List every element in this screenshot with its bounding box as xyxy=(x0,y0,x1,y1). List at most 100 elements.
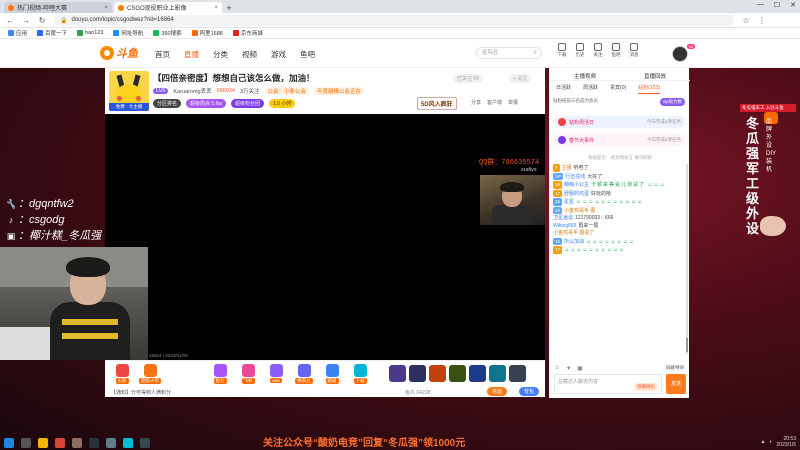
search-taskbar-icon[interactable] xyxy=(21,437,31,448)
bookmark-hao123[interactable]: hao123 xyxy=(77,30,103,36)
gift-item[interactable]: 火箭 xyxy=(111,364,133,384)
app-icon[interactable] xyxy=(72,437,82,448)
search-icon[interactable]: ⌕ xyxy=(534,48,537,58)
fans-pill[interactable]: 超级粉丝团 xyxy=(230,99,264,108)
tab-diamond[interactable]: 钻粉(103) xyxy=(638,84,660,94)
browser-tab[interactable]: 热门视频-哔哩大赛 × xyxy=(4,2,112,13)
back-icon[interactable]: ← xyxy=(6,16,14,25)
clock[interactable]: 20:53 2023/1/5 xyxy=(777,436,796,448)
yuba-button[interactable]: 鱼吧 xyxy=(610,43,622,58)
gift-square[interactable] xyxy=(449,365,466,382)
send-button[interactable]: 发送 xyxy=(666,374,686,394)
fan-badge-button[interactable]: vip助力数 xyxy=(659,98,685,106)
bookmark-1688[interactable]: 阿里1688 xyxy=(191,29,223,37)
gift-icon[interactable]: ✦ xyxy=(566,365,571,372)
image-icon[interactable]: ▣ xyxy=(577,365,583,372)
report-button[interactable]: 举报 xyxy=(508,99,518,106)
nav-category[interactable]: 分类 xyxy=(213,49,228,60)
app-icon[interactable] xyxy=(123,437,133,448)
nav-game[interactable]: 游戏 xyxy=(271,49,286,60)
bookmark-jd[interactable]: 京东商城 xyxy=(232,29,263,37)
gift-square[interactable] xyxy=(509,365,526,382)
bookmark-360[interactable]: 360搜索 xyxy=(153,29,182,37)
steam-icon[interactable] xyxy=(140,437,150,448)
browser-tab-active[interactable]: CSGO现役职业上影像 × xyxy=(114,2,222,13)
url-field[interactable]: 🔒 douyu.com/topic/csgodwez?rid=16864 xyxy=(54,14,734,26)
chat-input[interactable]: 总藏达人聊天内容 弹幕随机 xyxy=(554,374,662,394)
chat-scrollbar-thumb[interactable] xyxy=(686,338,688,352)
event-banner-1[interactable]: 钻粉周活日 今日完成4项任务 xyxy=(555,116,685,128)
emoji-icon[interactable]: ☺ xyxy=(554,365,560,372)
client-button[interactable]: 客户端 xyxy=(487,99,502,106)
douyu-logo[interactable]: 斗鱼 xyxy=(100,45,138,61)
sponsor-logo[interactable]: 5D风入疯狂 xyxy=(417,97,457,110)
gift-square[interactable] xyxy=(469,365,486,382)
recharge-button[interactable]: 充值 xyxy=(487,387,508,396)
search-input[interactable]: 星际狂 ⌕ xyxy=(476,47,542,59)
close-icon[interactable]: × xyxy=(104,5,108,11)
guild-notice-2[interactable]: 年度巅峰公会正在 xyxy=(314,87,365,95)
download-button[interactable]: 下载 xyxy=(556,43,568,58)
guild-notice[interactable]: 公会：小象公会 xyxy=(264,87,310,95)
random-danmaku-button[interactable]: 弹幕随机 xyxy=(634,383,658,391)
gift-item[interactable]: 飞机 xyxy=(237,364,259,384)
close-icon[interactable]: × xyxy=(214,5,218,11)
windows-start-icon[interactable] xyxy=(4,437,14,448)
rank-pill[interactable]: 分区排名 xyxy=(153,99,182,108)
tab-streamer-video[interactable]: 主播视频 xyxy=(574,70,596,80)
volume-icon[interactable]: ◐ xyxy=(770,439,773,445)
share-button[interactable]: 分享 xyxy=(471,99,481,106)
menu-icon[interactable]: ⋮ xyxy=(758,16,766,25)
gift-item[interactable]: 鱼丸 xyxy=(209,364,231,384)
week-pill[interactable]: 超级周点 5.6w xyxy=(186,99,226,108)
tab-weekly[interactable]: 周活跃 xyxy=(583,84,598,94)
obs-icon[interactable] xyxy=(89,437,99,448)
follow-list-button[interactable]: 关注 xyxy=(592,43,604,58)
close-window-icon[interactable]: ✕ xyxy=(790,1,796,9)
app-icon[interactable] xyxy=(106,437,116,448)
new-tab-icon[interactable]: + xyxy=(224,3,234,13)
bookmark-nav[interactable]: 网址导航 xyxy=(113,29,143,37)
room-pills: 分区排名 超级周点 5.6w 超级粉丝团 1.0 小时 xyxy=(153,99,296,108)
gift-item[interactable]: 超级火箭 xyxy=(139,364,161,384)
gift-square[interactable] xyxy=(429,365,446,382)
maximize-icon[interactable]: ☐ xyxy=(774,1,780,9)
backpack-button[interactable]: 背包 xyxy=(519,387,540,396)
follow-button[interactable]: + 关注 xyxy=(509,74,532,83)
gift-square[interactable] xyxy=(409,365,426,382)
event-banner-2[interactable]: 春节大事件 今日完成5项任务 xyxy=(555,134,685,146)
nav-live[interactable]: 直播 xyxy=(184,49,199,60)
gift-item[interactable]: 超级 xyxy=(321,364,343,384)
reload-icon[interactable]: ↻ xyxy=(38,16,46,25)
gift-item[interactable]: 666 xyxy=(265,364,287,383)
bookmark-baidu[interactable]: 百度一下 xyxy=(37,29,67,37)
user-avatar[interactable]: 99 xyxy=(672,44,695,62)
chrome-icon[interactable] xyxy=(55,437,65,448)
video-player[interactable]: QQ群：786635574 sudiys 16864 | 2023/01/05 xyxy=(105,114,545,360)
room-avatar[interactable]: 免费 · 大主播 xyxy=(109,71,149,111)
tab-daily[interactable]: 日活跃 xyxy=(556,84,571,94)
gift-item[interactable]: 下载 xyxy=(349,364,371,384)
star-icon[interactable]: ☆ xyxy=(742,16,750,25)
time-pill[interactable]: 1.0 小时 xyxy=(268,99,296,108)
bookmark-apps[interactable]: 应用 xyxy=(8,29,27,37)
gift-square[interactable] xyxy=(389,365,406,382)
site-nav: 首页 直播 分类 视频 游戏 鱼吧 xyxy=(155,49,315,60)
nav-home[interactable]: 首页 xyxy=(155,49,170,60)
tab-replay[interactable]: 直播回放 xyxy=(644,70,666,80)
gift-item[interactable]: 佛系豆 xyxy=(293,364,315,384)
nav-video[interactable]: 视频 xyxy=(242,49,257,60)
messages-button[interactable]: 消息 xyxy=(628,43,640,58)
chat-scrollbar[interactable] xyxy=(686,164,688,354)
top-corner-button[interactable]: 已关注 99 xyxy=(453,74,483,83)
forward-icon[interactable]: → xyxy=(22,16,30,25)
minimize-icon[interactable]: — xyxy=(757,1,764,9)
gift-square[interactable] xyxy=(489,365,506,382)
file-explorer-icon[interactable] xyxy=(38,437,48,448)
tab-vip[interactable]: 贵宾(0) xyxy=(610,84,626,94)
block-effects-toggle[interactable]: 屏蔽特效 xyxy=(666,365,684,372)
streamer-name[interactable]: Karuaromg丢丢 xyxy=(173,87,211,95)
history-button[interactable]: 历史 xyxy=(574,43,586,58)
nav-yuba[interactable]: 鱼吧 xyxy=(300,49,315,60)
network-icon[interactable]: ▲ xyxy=(761,439,766,445)
